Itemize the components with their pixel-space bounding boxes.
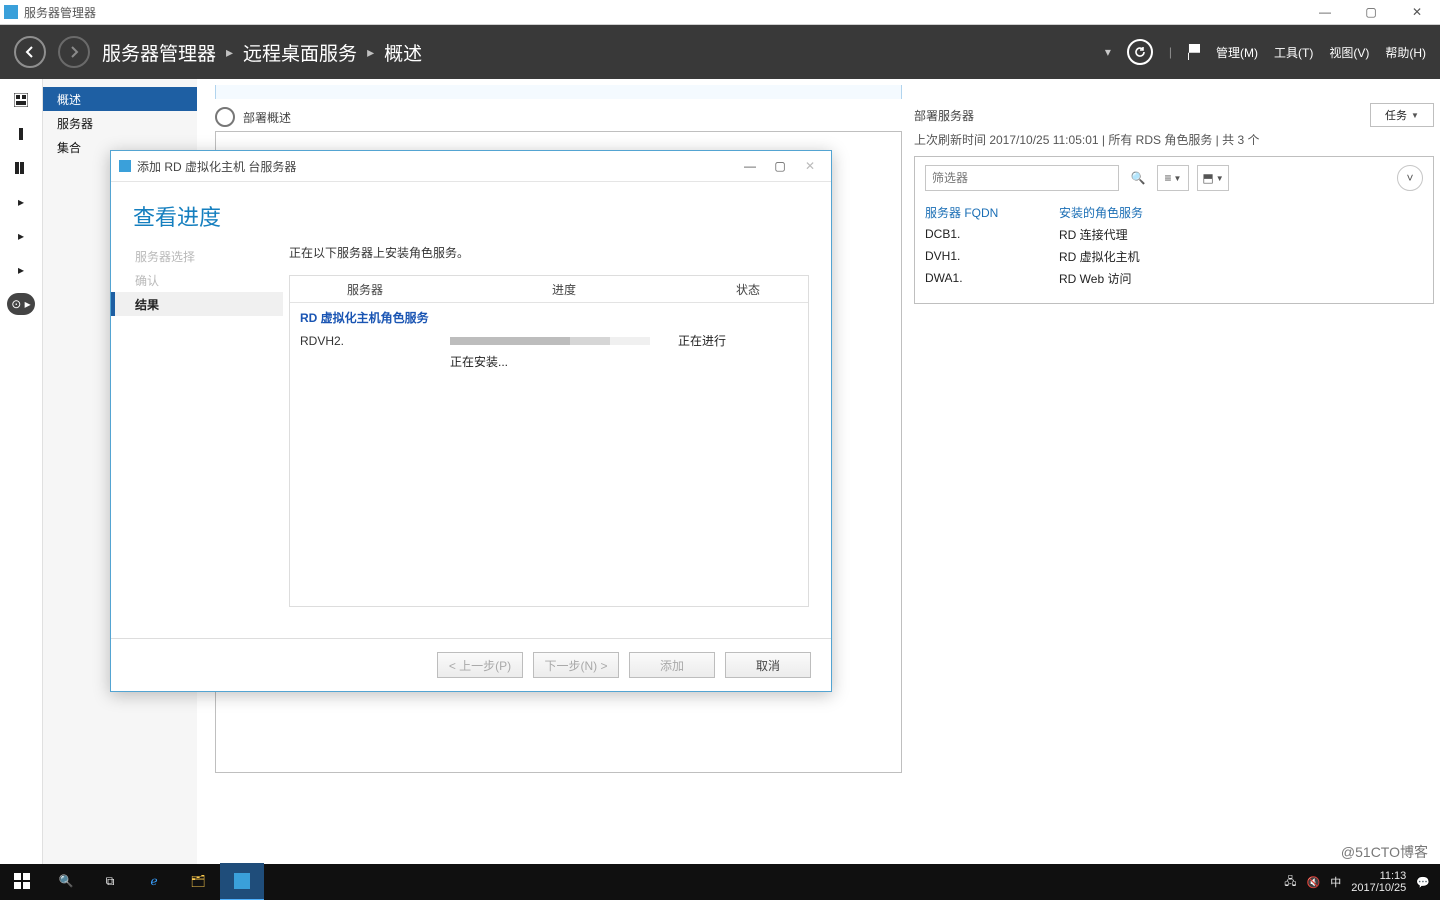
progress-bar: [450, 337, 650, 345]
windows-taskbar: 🔍 ⧉ ℯ 🗂 🖧 🔇 中 11:13 2017/10/25 💬: [0, 864, 1440, 900]
wizard-role-group: RD 虚拟化主机角色服务: [290, 303, 808, 328]
nav-back-button[interactable]: [14, 36, 46, 68]
col-roles[interactable]: 安装的角色服务: [1059, 204, 1423, 221]
add-rd-host-wizard: 添加 RD 虚拟化主机 台服务器 — ▢ ✕ 查看进度 服务器选择 确认 结果 …: [110, 150, 832, 692]
cell-fqdn: DVH1.: [925, 249, 1035, 263]
notifications-flag-icon[interactable]: [1188, 44, 1200, 60]
wizard-col-server: 服务器: [290, 281, 440, 298]
tray-ime-indicator[interactable]: 中: [1330, 874, 1341, 890]
wizard-status-message: 正在以下服务器上安装角色服务。: [289, 244, 809, 261]
dropdown-indicator-icon[interactable]: ▾: [1105, 45, 1111, 59]
list-view-button[interactable]: ≡▼: [1157, 165, 1189, 191]
tasks-dropdown-button[interactable]: 任务 ▼: [1370, 103, 1434, 127]
search-icon[interactable]: 🔍: [1127, 171, 1149, 185]
wizard-minimize-button[interactable]: —: [737, 156, 763, 176]
menu-manage[interactable]: 管理(M): [1216, 44, 1258, 61]
last-refresh-text: 上次刷新时间 2017/10/25 11:05:01 | 所有 RDS 角色服务…: [914, 131, 1259, 148]
watermark-text: @51CTO博客: [1341, 842, 1428, 862]
wizard-cancel-button[interactable]: 取消: [725, 652, 811, 678]
deployment-servers-panel: 🔍 ≡▼ ⬒▼ ˅ 服务器 FQDN 安装的角色服务 DCB1.: [914, 156, 1434, 304]
wizard-row-status: 正在进行: [678, 332, 798, 349]
table-row[interactable]: DCB1. RD 连接代理: [925, 223, 1423, 245]
wizard-row-server: RDVH2.: [300, 334, 450, 348]
app-header: 服务器管理器 ▸ 远程桌面服务 ▸ 概述 ▾ | 管理(M) 工具(T) 视图(…: [0, 25, 1440, 79]
cell-fqdn: DWA1.: [925, 271, 1035, 285]
breadcrumb-level1[interactable]: 远程桌面服务: [243, 39, 357, 66]
wizard-progress-row: RDVH2. 正在进行: [290, 328, 808, 353]
save-query-button[interactable]: ⬒▼: [1197, 165, 1229, 191]
wizard-step-server-selection: 服务器选择: [111, 244, 283, 268]
window-minimize-button[interactable]: —: [1302, 0, 1348, 24]
left-icon-rail: ▸ ▸ ▸ ⊙ ▸: [0, 79, 43, 865]
nav-forward-button[interactable]: [58, 36, 90, 68]
window-close-button[interactable]: ✕: [1394, 0, 1440, 24]
wizard-steps: 服务器选择 确认 结果: [111, 240, 283, 632]
refresh-button[interactable]: [1127, 39, 1153, 65]
menu-tools[interactable]: 工具(T): [1274, 44, 1313, 61]
tray-action-center-icon[interactable]: 💬: [1416, 876, 1430, 889]
tray-date[interactable]: 2017/10/25: [1351, 882, 1406, 894]
side-servers[interactable]: 服务器: [43, 111, 197, 135]
col-fqdn[interactable]: 服务器 FQDN: [925, 204, 1035, 221]
wizard-add-button: 添加: [629, 652, 715, 678]
tray-network-icon[interactable]: 🖧: [1284, 873, 1296, 892]
tray-time[interactable]: 11:13: [1351, 870, 1406, 882]
info-banner-remnant: [215, 85, 902, 99]
wizard-footer: < 上一步(P) 下一步(N) > 添加 取消: [111, 638, 831, 691]
start-button[interactable]: [0, 863, 44, 899]
wizard-title: 添加 RD 虚拟化主机 台服务器: [137, 158, 296, 175]
breadcrumb-leaf[interactable]: 概述: [384, 39, 422, 66]
cell-fqdn: DCB1.: [925, 227, 1035, 241]
deployment-overview-icon: [215, 107, 235, 127]
tray-volume-icon[interactable]: 🔇: [1307, 876, 1321, 889]
table-row[interactable]: DWA1. RD Web 访问: [925, 267, 1423, 289]
breadcrumb: 服务器管理器 ▸ 远程桌面服务 ▸ 概述: [102, 39, 422, 66]
wizard-icon: [119, 160, 131, 172]
taskbar-ie-icon[interactable]: ℯ: [132, 863, 176, 899]
menu-view[interactable]: 视图(V): [1329, 44, 1369, 61]
chevron-down-icon: ▼: [1411, 111, 1419, 120]
deployment-overview-title: 部署概述: [243, 109, 291, 126]
wizard-heading: 查看进度: [133, 200, 809, 232]
wizard-progress-table: 服务器 进度 状态 RD 虚拟化主机角色服务 RDVH2. 正在进行 正在安装.…: [289, 275, 809, 607]
rail-storage-icon[interactable]: ▸: [7, 259, 35, 281]
wizard-maximize-button[interactable]: ▢: [767, 156, 793, 176]
wizard-step-results[interactable]: 结果: [111, 292, 283, 316]
window-title: 服务器管理器: [24, 4, 96, 21]
app-icon: [4, 5, 18, 19]
rail-rds-icon[interactable]: ⊙ ▸: [7, 293, 35, 315]
taskbar-explorer-icon[interactable]: 🗂: [176, 863, 220, 899]
wizard-close-button[interactable]: ✕: [797, 156, 823, 176]
breadcrumb-root[interactable]: 服务器管理器: [102, 39, 216, 66]
cell-role: RD 连接代理: [1059, 226, 1423, 243]
rail-all-servers-icon[interactable]: [7, 157, 35, 179]
cell-role: RD 虚拟化主机: [1059, 248, 1423, 265]
wizard-next-button: 下一步(N) >: [533, 652, 619, 678]
wizard-col-progress: 进度: [440, 281, 688, 298]
filter-input[interactable]: [925, 165, 1119, 191]
side-overview[interactable]: 概述: [43, 87, 197, 111]
taskbar-server-manager-icon[interactable]: [220, 863, 264, 900]
chevron-right-icon: ▸: [226, 44, 233, 61]
wizard-step-confirm: 确认: [111, 268, 283, 292]
menu-help[interactable]: 帮助(H): [1385, 44, 1426, 61]
wizard-row-substatus: 正在安装...: [450, 353, 678, 370]
rail-dashboard-icon[interactable]: [7, 89, 35, 111]
rail-local-server-icon[interactable]: [7, 123, 35, 145]
wizard-col-status: 状态: [688, 281, 808, 298]
window-titlebar: 服务器管理器 — ▢ ✕: [0, 0, 1440, 25]
table-row[interactable]: DVH1. RD 虚拟化主机: [925, 245, 1423, 267]
deployment-servers-title: 部署服务器: [914, 107, 974, 124]
rail-ad-ds-icon[interactable]: ▸: [7, 191, 35, 213]
task-view-icon[interactable]: ⧉: [88, 863, 132, 899]
chevron-right-icon: ▸: [367, 44, 374, 61]
window-maximize-button[interactable]: ▢: [1348, 0, 1394, 24]
tasks-button-label: 任务: [1385, 107, 1407, 123]
wizard-prev-button: < 上一步(P): [437, 652, 523, 678]
cortana-search-icon[interactable]: 🔍: [44, 863, 88, 899]
divider: |: [1169, 45, 1172, 59]
cell-role: RD Web 访问: [1059, 270, 1423, 287]
rail-file-services-icon[interactable]: ▸: [7, 225, 35, 247]
expand-panel-button[interactable]: ˅: [1397, 165, 1423, 191]
